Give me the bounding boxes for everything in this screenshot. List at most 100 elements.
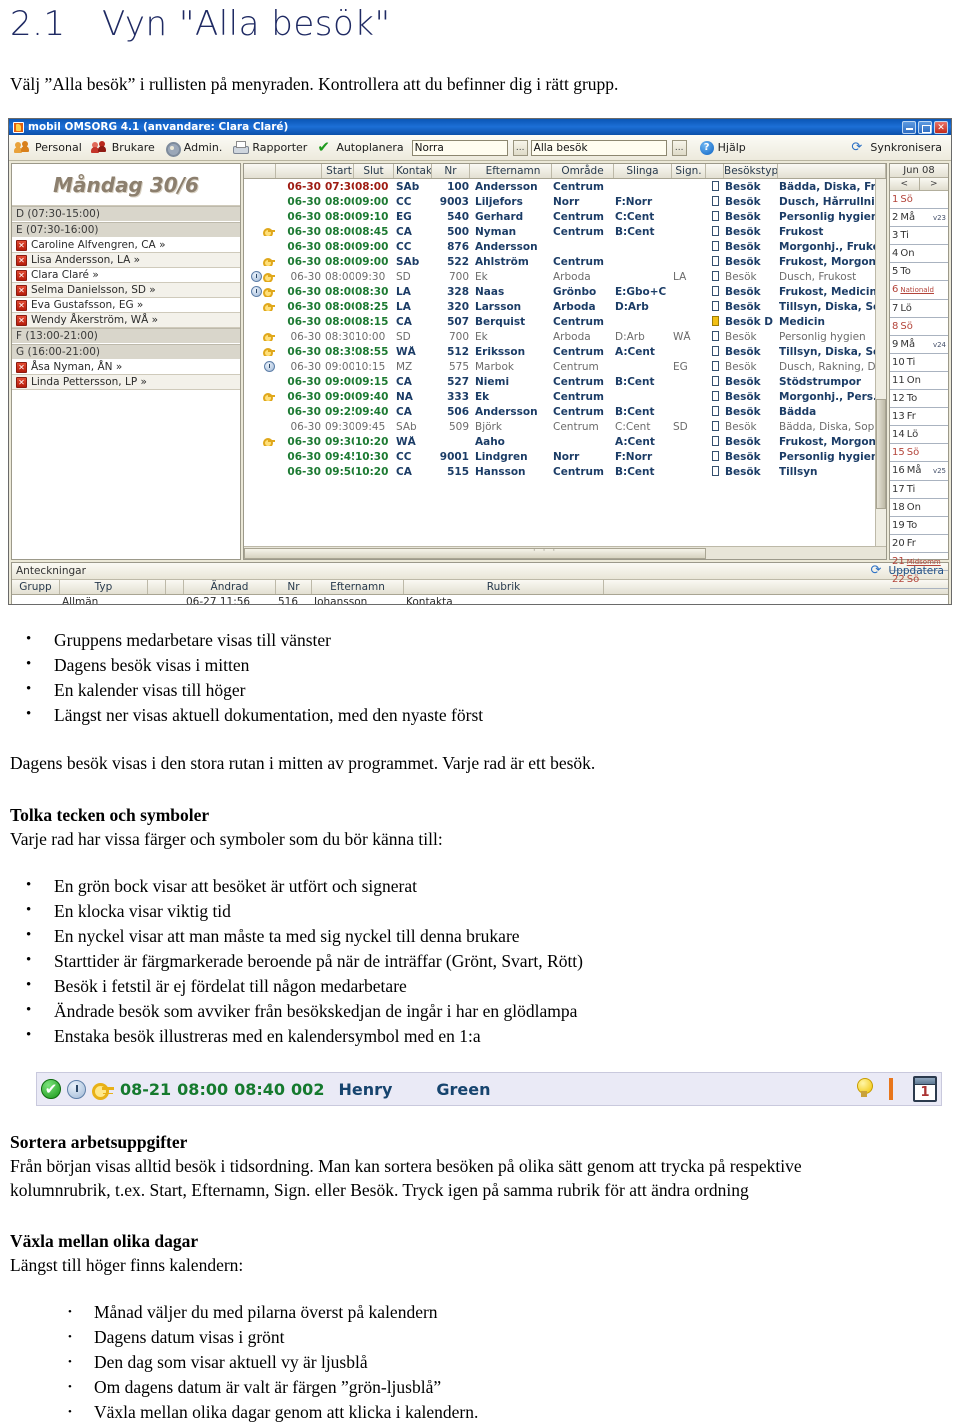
- close-button[interactable]: [934, 120, 948, 135]
- cell-checkbox[interactable]: [706, 270, 724, 283]
- cell-checkbox[interactable]: [706, 375, 724, 388]
- grid-hscroll-thumb[interactable]: [244, 548, 707, 559]
- table-row[interactable]: 06-30 08:0009:00 CC 9003 Liljefors Norr F:Norr…: [244, 194, 886, 209]
- notes-update-button[interactable]: ⟳ Uppdatera: [871, 564, 944, 578]
- toolbar-brukare-button[interactable]: Brukare: [90, 140, 160, 156]
- visit-status-checkbox-icon[interactable]: [711, 360, 719, 371]
- group-browse-button[interactable]: ...: [512, 139, 528, 156]
- maximize-button[interactable]: [918, 120, 932, 134]
- remove-staff-icon[interactable]: ✕: [16, 314, 27, 326]
- visit-status-checkbox-icon[interactable]: [711, 435, 719, 446]
- table-row[interactable]: 06-30 09:0009:15 CA 527 Niemi Centrum B:Cent Be…: [244, 374, 886, 389]
- cell-checkbox[interactable]: [706, 255, 724, 268]
- remove-staff-icon[interactable]: ✕: [16, 376, 27, 388]
- remove-staff-icon[interactable]: ✕: [16, 254, 27, 266]
- cell-checkbox[interactable]: [706, 180, 724, 193]
- grid-vscroll-thumb[interactable]: [876, 399, 886, 510]
- minimize-button[interactable]: [902, 120, 916, 134]
- table-row[interactable]: 06-30 09:5010:20 CA 515 Hansson Centrum B:Cent…: [244, 464, 886, 479]
- col-sign[interactable]: Sign.: [672, 164, 706, 178]
- cell-checkbox[interactable]: [706, 450, 724, 463]
- staff-list-item[interactable]: ✕ Åsa Nyman, ÅN »: [12, 360, 240, 375]
- visit-status-checkbox-icon[interactable]: [711, 420, 719, 431]
- visit-status-checkbox-icon[interactable]: [711, 270, 719, 281]
- notes-row[interactable]: Allmän 06-27 11:56 516 Johansson Kontakta: [12, 595, 948, 604]
- view-select-field[interactable]: Alla besök: [530, 139, 667, 156]
- cell-checkbox[interactable]: [706, 405, 724, 418]
- remove-staff-icon[interactable]: ✕: [16, 239, 27, 251]
- toolbar-sync-button[interactable]: ⟳ Synkronisera: [849, 140, 947, 156]
- toolbar-personal-button[interactable]: Personal: [13, 140, 87, 156]
- notes-col-spacer1[interactable]: [148, 580, 166, 594]
- calendar-day-row[interactable]: 14 Lö: [890, 426, 948, 445]
- notes-col-spacer2[interactable]: [166, 580, 184, 594]
- visit-status-checkbox-icon[interactable]: [711, 450, 719, 461]
- toolbar-admin-button[interactable]: Admin.: [163, 140, 228, 157]
- calendar-day-row[interactable]: 19 To: [890, 517, 948, 535]
- calendar-day-row[interactable]: 7 Lö: [890, 300, 948, 318]
- col-slinga[interactable]: Slinga: [614, 164, 672, 178]
- table-row[interactable]: 06-30 08:3508:55 WÅ 512 Eriksson Centrum A:Cen…: [244, 344, 886, 359]
- col-omrade[interactable]: Område: [552, 164, 614, 178]
- visit-status-checkbox-icon[interactable]: [711, 465, 719, 476]
- notes-col-andrad[interactable]: Ändrad: [184, 580, 276, 594]
- table-row[interactable]: 06-30 09:2509:40 CA 506 Andersson Centrum B:Ce…: [244, 404, 886, 419]
- notes-col-typ[interactable]: Typ: [60, 580, 148, 594]
- calendar-day-row[interactable]: 3 Ti: [890, 227, 948, 246]
- staff-list-item[interactable]: ✕ Lisa Andersson, LA »: [12, 253, 240, 268]
- grid-resize-grip[interactable]: · · ·: [533, 546, 557, 556]
- cell-checkbox[interactable]: [706, 210, 724, 223]
- cell-checkbox[interactable]: [706, 465, 724, 478]
- col-icons[interactable]: [244, 164, 276, 178]
- notes-col-rubrik[interactable]: Rubrik: [404, 580, 604, 594]
- remove-staff-icon[interactable]: ✕: [16, 284, 27, 296]
- cell-checkbox[interactable]: [706, 330, 724, 343]
- cell-checkbox[interactable]: [706, 285, 724, 298]
- visit-status-checkbox-icon[interactable]: [711, 285, 719, 296]
- col-kontakt[interactable]: Kontakt: [394, 164, 432, 178]
- table-row[interactable]: 06-30 07:3008:00 SAb 100 Andersson Centrum Bes…: [244, 179, 886, 194]
- calendar-day-row[interactable]: 13 Fr: [890, 408, 948, 427]
- cell-checkbox[interactable]: [706, 360, 724, 373]
- staff-list-item[interactable]: ✕ Wendy Åkerström, WÅ »: [12, 313, 240, 328]
- table-row[interactable]: 06-30 08:0009:00 SAb 522 Ahlström Centrum Besö…: [244, 254, 886, 269]
- staff-list-item[interactable]: ✕ Eva Gustafsson, EG »: [12, 298, 240, 313]
- calendar-day-row[interactable]: 15 Sö: [890, 444, 948, 463]
- col-efternamn[interactable]: Efternamn: [470, 164, 552, 178]
- calendar-day-row[interactable]: 10 Ti: [890, 354, 948, 372]
- visit-status-checkbox-icon[interactable]: [711, 180, 719, 191]
- table-row[interactable]: 06-30 08:0009:10 EG 540 Gerhard Centrum C:Cent…: [244, 209, 886, 224]
- calendar-day-row[interactable]: 1 Sö: [890, 191, 948, 210]
- cell-checkbox[interactable]: [706, 195, 724, 208]
- table-row[interactable]: 06-30 09:4510:30 CC 9001 Lindgren Norr F:Norr B…: [244, 449, 886, 464]
- grid-vertical-scrollbar[interactable]: [875, 179, 886, 546]
- table-row[interactable]: 06-30 09:3010:20 WÅ Aaho A:Cent Besök Frukost,…: [244, 434, 886, 449]
- visit-status-checkbox-icon[interactable]: [711, 315, 719, 326]
- remove-staff-icon[interactable]: ✕: [16, 361, 27, 373]
- calendar-day-row[interactable]: 18 On: [890, 499, 948, 517]
- table-row[interactable]: 06-30 08:0009:00 CC 876 Andersson Besök Morgon…: [244, 239, 886, 254]
- cell-checkbox[interactable]: [706, 240, 724, 253]
- visit-status-checkbox-icon[interactable]: [711, 330, 719, 341]
- col-start[interactable]: Start: [322, 164, 354, 178]
- col-besokstyp[interactable]: Besökstyp: [724, 164, 778, 178]
- table-row[interactable]: 06-30 08:0008:30 LA 328 Naas Grönbo E:Gbo+C Bes…: [244, 284, 886, 299]
- calendar-day-row[interactable]: 4 On: [890, 245, 948, 264]
- group-select-field[interactable]: Norra: [411, 139, 508, 156]
- notes-col-grupp[interactable]: Grupp: [12, 580, 60, 594]
- calendar-day-row[interactable]: 5 To: [890, 263, 948, 282]
- visit-status-checkbox-icon[interactable]: [711, 345, 719, 356]
- cell-checkbox[interactable]: [706, 225, 724, 238]
- col-typ-detail[interactable]: [778, 164, 886, 178]
- calendar-day-row[interactable]: 11 On: [890, 372, 948, 391]
- staff-list-item[interactable]: ✕ Linda Pettersson, LP »: [12, 375, 240, 390]
- table-row[interactable]: 06-30 08:0008:25 LA 320 Larsson Arboda D:Arb Be…: [244, 299, 886, 314]
- remove-staff-icon[interactable]: ✕: [16, 299, 27, 311]
- visit-status-checkbox-icon[interactable]: [711, 225, 719, 236]
- cell-checkbox[interactable]: [706, 300, 724, 313]
- cell-checkbox[interactable]: [706, 435, 724, 448]
- calendar-day-row[interactable]: 2 Må v23: [890, 209, 948, 228]
- calendar-day-row[interactable]: 9 Må v24: [890, 336, 948, 354]
- calendar-day-row[interactable]: 20 Fr: [890, 535, 948, 553]
- toolbar-rapporter-button[interactable]: Rapporter: [230, 140, 312, 155]
